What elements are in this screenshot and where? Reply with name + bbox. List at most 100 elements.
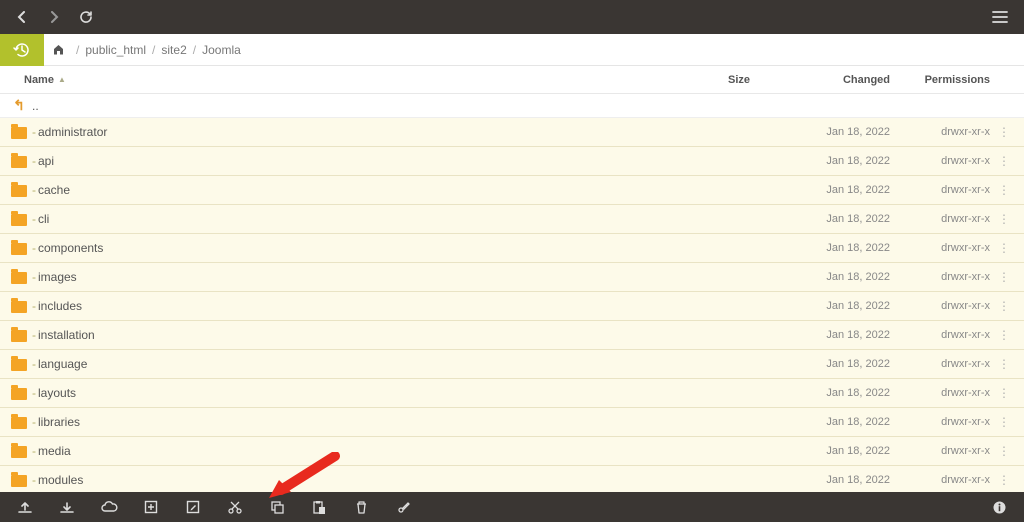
col-size-header[interactable]: Size	[670, 74, 750, 86]
folder-changed: Jan 18, 2022	[750, 126, 890, 138]
new-button[interactable]	[136, 493, 166, 521]
row-menu-button[interactable]: ⋮	[990, 241, 1010, 255]
row-menu-button[interactable]: ⋮	[990, 299, 1010, 313]
folder-row[interactable]: -components Jan 18, 2022 drwxr-xr-x ⋮	[0, 234, 1024, 263]
folder-icon	[11, 214, 27, 226]
folder-name: -installation	[30, 328, 670, 342]
menu-button[interactable]	[986, 3, 1014, 31]
paste-button[interactable]	[304, 493, 334, 521]
bottom-toolbar	[0, 492, 1024, 522]
folder-name: -cache	[30, 183, 670, 197]
folder-icon	[11, 185, 27, 197]
folder-changed: Jan 18, 2022	[750, 329, 890, 341]
history-button[interactable]	[0, 34, 44, 66]
breadcrumb-item[interactable]: Joomla	[202, 43, 241, 57]
folder-permissions: drwxr-xr-x	[890, 300, 990, 312]
folder-permissions: drwxr-xr-x	[890, 358, 990, 370]
folder-changed: Jan 18, 2022	[750, 387, 890, 399]
column-headers: Name ▲ Size Changed Permissions	[0, 66, 1024, 94]
parent-directory-row[interactable]: ↰ ..	[0, 94, 1024, 118]
delete-button[interactable]	[346, 493, 376, 521]
folder-name: -api	[30, 154, 670, 168]
folder-permissions: drwxr-xr-x	[890, 126, 990, 138]
folder-permissions: drwxr-xr-x	[890, 474, 990, 486]
breadcrumb: / public_html / site2 / Joomla	[44, 43, 249, 57]
col-name-header[interactable]: Name ▲	[24, 74, 670, 86]
breadcrumb-item[interactable]: site2	[161, 43, 186, 57]
folder-row[interactable]: -language Jan 18, 2022 drwxr-xr-x ⋮	[0, 350, 1024, 379]
folder-name: -media	[30, 444, 670, 458]
folder-icon	[11, 301, 27, 313]
top-toolbar	[0, 0, 1024, 34]
row-menu-button[interactable]: ⋮	[990, 212, 1010, 226]
folder-name: -includes	[30, 299, 670, 313]
back-button[interactable]	[8, 3, 36, 31]
cut-button[interactable]	[220, 493, 250, 521]
parent-label: ..	[30, 99, 670, 113]
folder-changed: Jan 18, 2022	[750, 242, 890, 254]
breadcrumb-item[interactable]: public_html	[85, 43, 146, 57]
row-menu-button[interactable]: ⋮	[990, 154, 1010, 168]
settings-button[interactable]	[388, 493, 418, 521]
folder-name: -libraries	[30, 415, 670, 429]
row-menu-button[interactable]: ⋮	[990, 444, 1010, 458]
col-changed-header[interactable]: Changed	[750, 74, 890, 86]
folder-row[interactable]: -modules Jan 18, 2022 drwxr-xr-x ⋮	[0, 466, 1024, 492]
download-button[interactable]	[52, 493, 82, 521]
folder-name: -administrator	[30, 125, 670, 139]
folder-icon	[11, 272, 27, 284]
folder-permissions: drwxr-xr-x	[890, 416, 990, 428]
folder-row[interactable]: -administrator Jan 18, 2022 drwxr-xr-x ⋮	[0, 118, 1024, 147]
folder-row[interactable]: -cache Jan 18, 2022 drwxr-xr-x ⋮	[0, 176, 1024, 205]
row-menu-button[interactable]: ⋮	[990, 328, 1010, 342]
row-menu-button[interactable]: ⋮	[990, 415, 1010, 429]
refresh-button[interactable]	[72, 3, 100, 31]
upload-button[interactable]	[10, 493, 40, 521]
folder-changed: Jan 18, 2022	[750, 358, 890, 370]
folder-changed: Jan 18, 2022	[750, 155, 890, 167]
folder-name: -cli	[30, 212, 670, 226]
folder-row[interactable]: -installation Jan 18, 2022 drwxr-xr-x ⋮	[0, 321, 1024, 350]
folder-row[interactable]: -images Jan 18, 2022 drwxr-xr-x ⋮	[0, 263, 1024, 292]
folder-name: -language	[30, 357, 670, 371]
breadcrumb-sep: /	[152, 43, 155, 57]
row-menu-button[interactable]: ⋮	[990, 357, 1010, 371]
folder-row[interactable]: -libraries Jan 18, 2022 drwxr-xr-x ⋮	[0, 408, 1024, 437]
folder-row[interactable]: -api Jan 18, 2022 drwxr-xr-x ⋮	[0, 147, 1024, 176]
folder-changed: Jan 18, 2022	[750, 271, 890, 283]
row-menu-button[interactable]: ⋮	[990, 125, 1010, 139]
folder-permissions: drwxr-xr-x	[890, 184, 990, 196]
folder-changed: Jan 18, 2022	[750, 184, 890, 196]
folder-row[interactable]: -layouts Jan 18, 2022 drwxr-xr-x ⋮	[0, 379, 1024, 408]
folder-permissions: drwxr-xr-x	[890, 271, 990, 283]
folder-changed: Jan 18, 2022	[750, 416, 890, 428]
home-icon[interactable]	[52, 43, 70, 56]
row-menu-button[interactable]: ⋮	[990, 270, 1010, 284]
copy-button[interactable]	[262, 493, 292, 521]
folder-row[interactable]: -cli Jan 18, 2022 drwxr-xr-x ⋮	[0, 205, 1024, 234]
folder-name: -modules	[30, 473, 670, 487]
edit-button[interactable]	[178, 493, 208, 521]
folder-name: -images	[30, 270, 670, 284]
col-permissions-header[interactable]: Permissions	[890, 74, 990, 86]
row-menu-button[interactable]: ⋮	[990, 386, 1010, 400]
breadcrumb-sep: /	[193, 43, 196, 57]
row-menu-button[interactable]: ⋮	[990, 473, 1010, 487]
cloud-button[interactable]	[94, 493, 124, 521]
folder-changed: Jan 18, 2022	[750, 300, 890, 312]
breadcrumb-sep: /	[76, 43, 79, 57]
folder-changed: Jan 18, 2022	[750, 213, 890, 225]
folder-icon	[11, 156, 27, 168]
folder-icon	[11, 475, 27, 487]
row-menu-button[interactable]: ⋮	[990, 183, 1010, 197]
forward-button[interactable]	[40, 3, 68, 31]
up-arrow-icon: ↰	[13, 97, 25, 114]
folder-name: -layouts	[30, 386, 670, 400]
folder-row[interactable]: -includes Jan 18, 2022 drwxr-xr-x ⋮	[0, 292, 1024, 321]
folder-name: -components	[30, 241, 670, 255]
file-listing: ↰ .. -administrator Jan 18, 2022 drwxr-x…	[0, 94, 1024, 492]
folder-icon	[11, 446, 27, 458]
folder-permissions: drwxr-xr-x	[890, 387, 990, 399]
folder-row[interactable]: -media Jan 18, 2022 drwxr-xr-x ⋮	[0, 437, 1024, 466]
info-button[interactable]	[984, 493, 1014, 521]
